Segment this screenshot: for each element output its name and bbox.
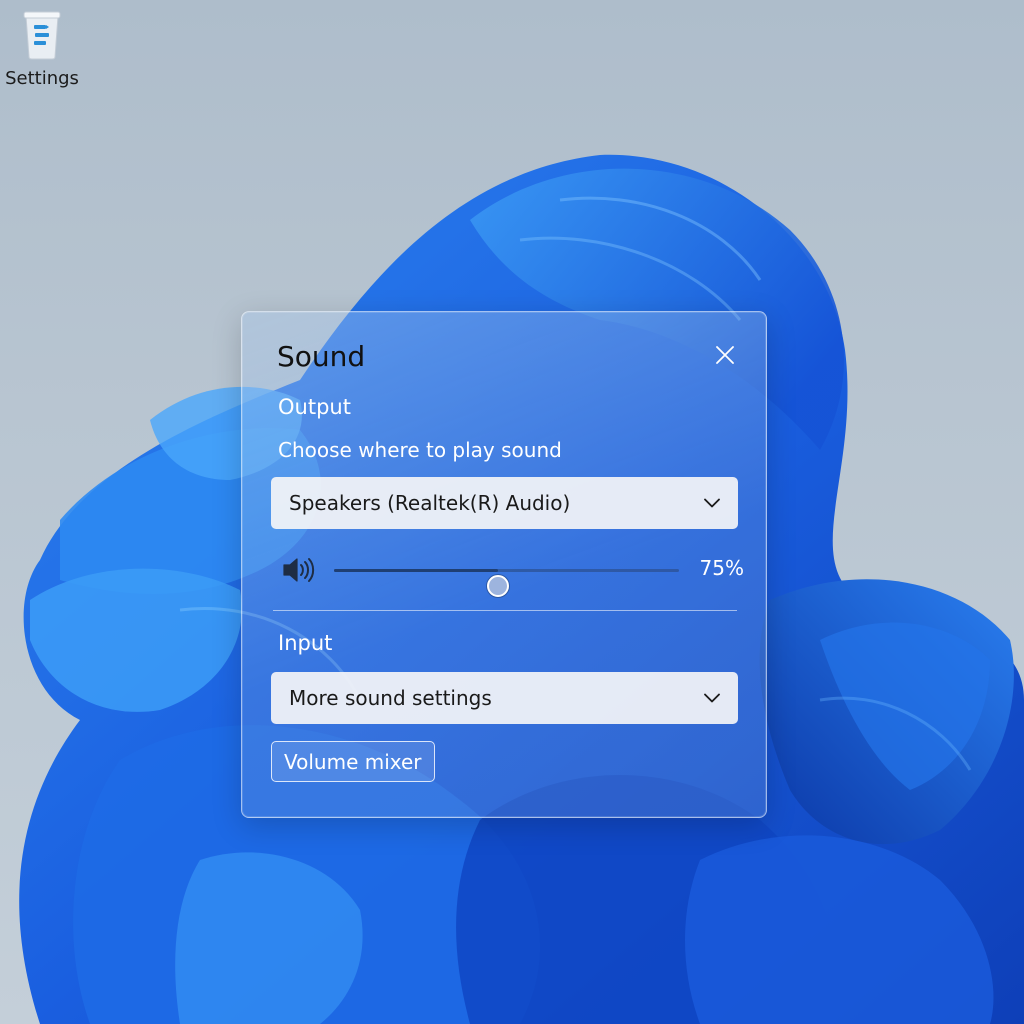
output-device-value: Speakers (Realtek(R) Audio) (289, 491, 571, 515)
close-button[interactable] (710, 340, 740, 370)
sound-flyout: Sound Output Choose where to play sound … (241, 311, 767, 818)
chevron-down-icon (704, 498, 720, 508)
input-section-label: Input (278, 631, 333, 655)
volume-mixer-button[interactable]: Volume mixer (271, 741, 435, 782)
desktop: Settings Sound Output Choose where to pl… (0, 0, 1024, 1024)
volume-slider-fill (334, 569, 498, 572)
flyout-title: Sound (277, 340, 366, 373)
input-dropdown-value: More sound settings (289, 686, 492, 710)
volume-value: 75% (699, 556, 744, 580)
output-subtitle: Choose where to play sound (278, 438, 562, 462)
desktop-icon-settings[interactable]: Settings (4, 8, 80, 98)
section-divider (273, 610, 737, 611)
volume-slider-track[interactable] (334, 569, 679, 597)
input-dropdown[interactable]: More sound settings (271, 672, 738, 724)
recycle-bin-icon (23, 11, 61, 60)
volume-slider-thumb[interactable] (486, 575, 509, 597)
output-device-dropdown[interactable]: Speakers (Realtek(R) Audio) (271, 477, 738, 529)
close-icon (716, 346, 734, 364)
desktop-icon-label: Settings (5, 68, 79, 89)
chevron-down-icon (704, 693, 720, 703)
volume-row: 75% (282, 552, 744, 597)
speaker-icon[interactable] (282, 555, 316, 585)
output-section-label: Output (278, 395, 351, 419)
